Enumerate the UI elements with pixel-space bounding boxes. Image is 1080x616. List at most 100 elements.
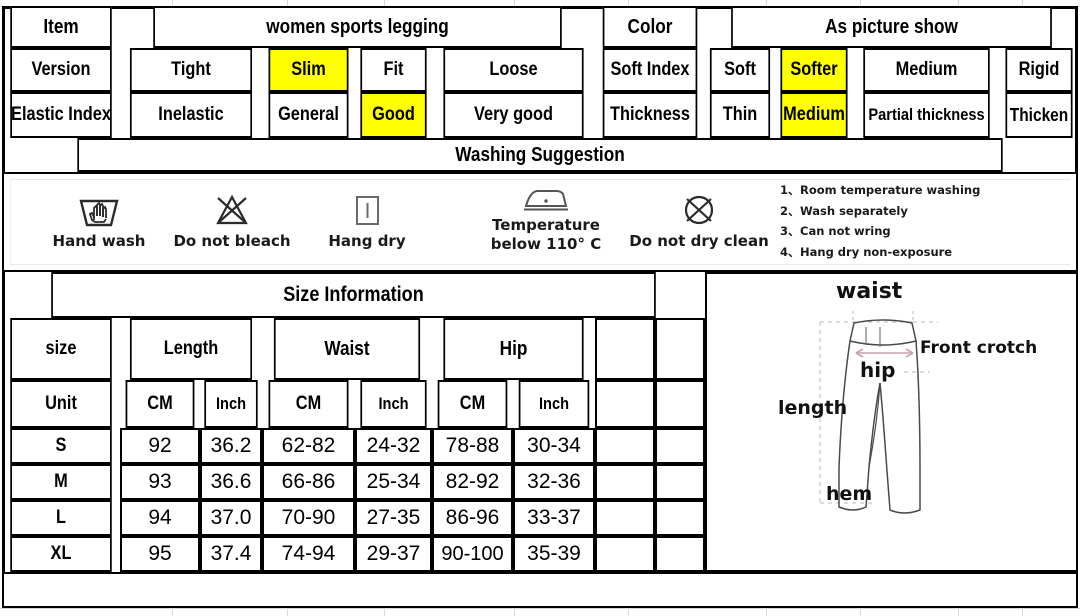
washing-note-number: 2、: [780, 203, 800, 218]
diagram-label-hem: hem: [826, 483, 873, 505]
washing-note-number: 1、: [780, 183, 800, 197]
size-row-xl-length-inch: 37.4: [200, 536, 262, 572]
size-row-xl-empty-1: [595, 536, 655, 572]
cell-good[interactable]: Good: [360, 92, 427, 138]
diagram-label-length: length: [778, 397, 848, 419]
hand-wash-icon: [79, 199, 119, 227]
cell-version-fit[interactable]: Fit: [360, 48, 427, 92]
do-not-bleach-icon: [216, 194, 248, 225]
size-row-s-waist-inch: 24-32: [355, 428, 432, 464]
size-header-empty-2: [655, 318, 705, 380]
cell-partial-thickness[interactable]: Partial thickness: [863, 92, 990, 138]
size-row-s-hip-cm: 78-88: [432, 428, 513, 464]
washing-note-text: Wash separately: [800, 203, 908, 218]
washing-note-text: Room temperature washing: [800, 183, 981, 197]
cell-version-loose[interactable]: Loose: [443, 48, 584, 92]
washing-label-iron-line1: Temperature: [492, 216, 600, 234]
washing-label-hand-wash: Hand wash: [52, 232, 146, 250]
cell-thin[interactable]: Thin: [709, 92, 771, 138]
cell-version-tight[interactable]: Tight: [129, 48, 253, 92]
cell-version-slim[interactable]: Slim: [268, 48, 349, 92]
size-row-m-size: M: [10, 464, 112, 500]
cell-very-good[interactable]: Very good: [443, 92, 584, 138]
size-row-m-empty-2: [655, 464, 705, 500]
cell-version-label: Version: [10, 48, 112, 92]
size-row-s-length-cm: 92: [120, 428, 200, 464]
size-row-l-waist-cm: 70-90: [262, 500, 355, 536]
size-row-xl-empty-2: [655, 536, 705, 572]
washing-note: 1、Room temperature washing: [780, 180, 1070, 201]
washing-item-hand-wash: Hand wash: [39, 190, 159, 251]
washing-item-do-not-dry-clean: Do not dry clean: [619, 190, 779, 251]
size-row-s-empty-2: [655, 428, 705, 464]
cell-general[interactable]: General: [268, 92, 349, 138]
size-row-l-hip-inch: 33-37: [513, 500, 595, 536]
size-header-size: size: [10, 318, 112, 380]
cell-thickness-medium[interactable]: Medium: [780, 92, 848, 138]
size-row-m-waist-inch: 25-34: [355, 464, 432, 500]
size-header-empty-1: [595, 318, 655, 380]
size-header-length: Length: [129, 318, 253, 380]
size-unit-length-cm: CM: [125, 380, 195, 428]
cell-color-label: Color: [602, 6, 698, 48]
washing-note-number: 4、: [780, 244, 800, 259]
do-not-dry-clean-icon: [684, 195, 714, 225]
size-row-l-hip-cm: 86-96: [432, 500, 513, 536]
size-row-s-waist-cm: 62-82: [262, 428, 355, 464]
sheet-gridline: [0, 608, 1080, 609]
size-header-hip: Hip: [443, 318, 584, 380]
washing-item-iron-temperature: Temperature below 110° C: [446, 184, 646, 254]
size-row-l-empty-1: [595, 500, 655, 536]
size-unit-label: Unit: [10, 380, 112, 428]
cell-item-label: Item: [10, 6, 112, 48]
washing-note-text: Can not wring: [800, 224, 891, 238]
size-unit-length-inch: Inch: [204, 380, 258, 428]
cell-item-value: women sports legging: [153, 6, 562, 48]
diagram-label-hip: hip: [860, 358, 896, 382]
size-row-xl-hip-cm: 90-100: [432, 536, 513, 572]
cell-elastic-index-label: Elastic Index: [10, 92, 112, 138]
size-row-l-size: L: [10, 500, 112, 536]
size-unit-waist-cm: CM: [268, 380, 349, 428]
pants-measurement-diagram: waist Front crotch hip length hem: [708, 275, 1075, 569]
cell-thicken[interactable]: Thicken: [1005, 92, 1073, 138]
size-row-xl-hip-inch: 35-39: [513, 536, 595, 572]
size-row-xl-size: XL: [10, 536, 112, 572]
size-unit-waist-inch: Inch: [360, 380, 427, 428]
cell-soft[interactable]: Soft: [709, 48, 771, 92]
size-unit-hip-cm: CM: [437, 380, 508, 428]
cell-softer[interactable]: Softer: [780, 48, 848, 92]
size-row-m-waist-cm: 66-86: [262, 464, 355, 500]
cell-rigid[interactable]: Rigid: [1005, 48, 1073, 92]
size-row-m-hip-cm: 82-92: [432, 464, 513, 500]
washing-label-do-not-bleach: Do not bleach: [173, 232, 291, 250]
cell-soft-medium[interactable]: Medium: [863, 48, 990, 92]
washing-suggestion-title: Washing Suggestion: [77, 138, 1003, 172]
hang-dry-icon: [356, 196, 379, 225]
size-row-l-waist-inch: 27-35: [355, 500, 432, 536]
washing-note-text: Hang dry non-exposure: [800, 244, 953, 259]
diagram-label-waist: waist: [836, 279, 903, 304]
size-row-xl-length-cm: 95: [120, 536, 200, 572]
washing-note: 2、Wash separately: [780, 201, 1070, 222]
pants-illustration-svg: [819, 311, 938, 514]
size-information-title: Size Information: [51, 272, 656, 318]
size-unit-empty-1: [595, 380, 655, 428]
size-row-s-hip-inch: 30-34: [513, 428, 595, 464]
size-row-m-empty-1: [595, 464, 655, 500]
cell-inelastic[interactable]: Inelastic: [129, 92, 253, 138]
size-row-s-length-inch: 36.2: [200, 428, 262, 464]
size-row-xl-waist-cm: 74-94: [262, 536, 355, 572]
diagram-label-front-crotch: Front crotch: [920, 338, 1038, 358]
size-row-m-length-inch: 36.6: [200, 464, 262, 500]
washing-note: 4、Hang dry non-exposure: [780, 242, 1070, 263]
cell-color-value: As picture show: [731, 6, 1052, 48]
size-row-l-length-inch: 37.0: [200, 500, 262, 536]
size-header-waist: Waist: [273, 318, 421, 380]
size-row-xl-waist-inch: 29-37: [355, 536, 432, 572]
washing-notes-list: 1、Room temperature washing 2、Wash separa…: [780, 180, 1070, 262]
size-unit-hip-inch: Inch: [518, 380, 590, 428]
washing-label-iron-line2: below 110° C: [490, 235, 602, 253]
washing-item-do-not-bleach: Do not bleach: [162, 190, 302, 251]
washing-label-hang-dry: Hang dry: [328, 232, 406, 250]
